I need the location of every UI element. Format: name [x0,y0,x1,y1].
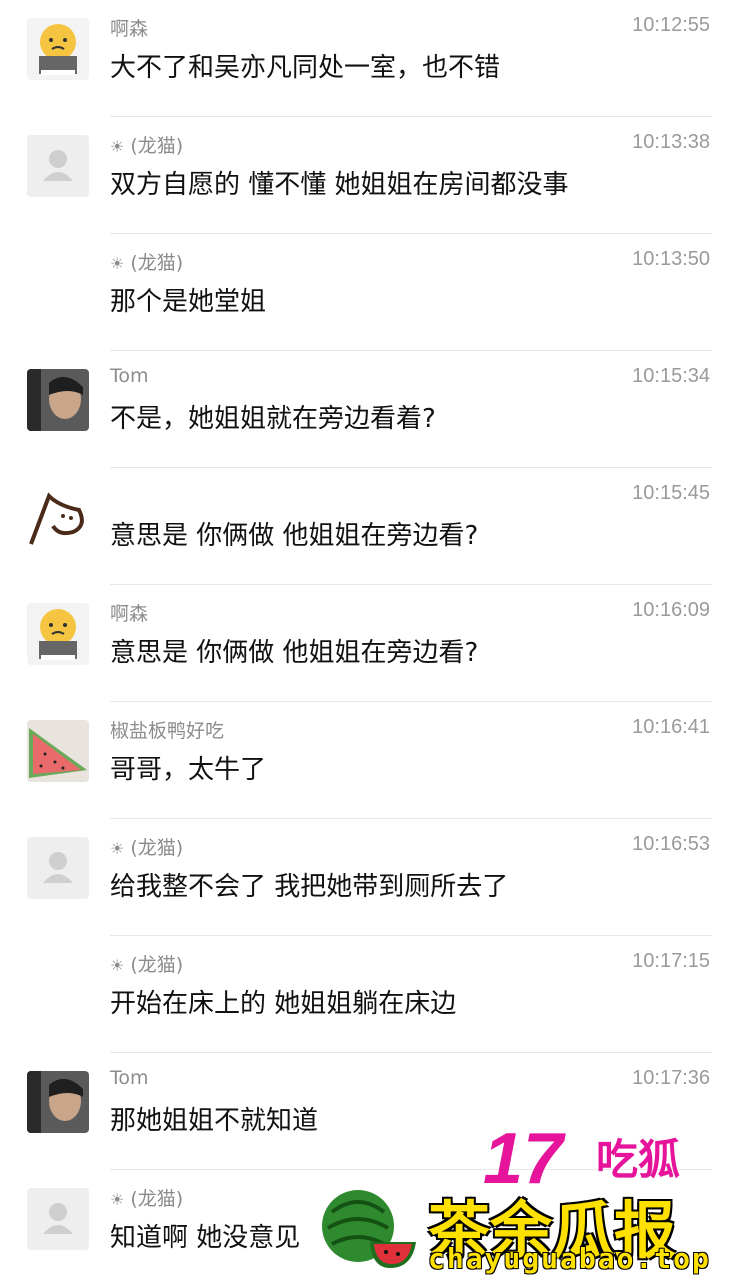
photo-avatar[interactable] [27,369,89,431]
sun-icon: ☀ [110,137,125,156]
message-text: 给我整不会了 我把她带到厕所去了 [110,872,509,902]
message-row[interactable]: ☀ (龙猫) 10:16:53 给我整不会了 我把她带到厕所去了 [0,819,739,936]
message-text: 开始在床上的 她姐姐躺在床边 [110,989,457,1019]
watermark-url: chayuguabao.top [428,1242,711,1275]
emoji-avatar[interactable] [27,603,89,665]
default-avatar[interactable] [27,135,89,197]
sender-name: ☀ (龙猫) [110,131,183,158]
message-text: 哥哥，太牛了 [110,755,267,785]
sender-label: (龙猫) [130,1188,184,1210]
sender-name: ☀ (龙猫) [110,950,183,977]
message-time: 10:12:55 [632,14,710,36]
message-text: 不是，她姐姐就在旁边看着? [110,404,436,434]
sender-label: (龙猫) [130,837,184,859]
message-time: 10:15:34 [632,365,710,387]
message-time: 10:13:50 [632,248,710,270]
sender-label: (龙猫) [130,135,184,157]
sender-name: ☀ (龙猫) [110,248,183,275]
message-row[interactable]: ☀ (龙猫) 10:13:50 那个是她堂姐 [0,234,739,351]
message-text: 双方自愿的 懂不懂 她姐姐在房间都没事 [110,170,569,200]
watermelon-avatar[interactable] [27,720,89,782]
message-row[interactable]: 椒盐板鸭好吃 10:16:41 哥哥，太牛了 [0,702,739,819]
sender-name: Tom [110,365,149,387]
message-row[interactable]: 10:15:45 意思是 你俩做 他姐姐在旁边看? [0,468,739,585]
sender-name: ☀ (龙猫) [110,833,183,860]
message-row[interactable]: ☀ (龙猫) 10:17:15 开始在床上的 她姐姐躺在床边 [0,936,739,1053]
message-text: 那个是她堂姐 [110,287,267,317]
message-row[interactable]: Tom 10:15:34 不是，她姐姐就在旁边看着? [0,351,739,468]
message-time: 10:16:09 [632,599,710,621]
message-text: 意思是 你俩做 他姐姐在旁边看? [110,638,479,668]
message-time: 10:15:45 [632,482,710,504]
message-time: 10:17:36 [632,1067,710,1089]
sender-name: Tom [110,1067,149,1089]
drawing-avatar[interactable] [27,486,89,548]
watermelon-icon [318,1182,418,1272]
message-row[interactable]: 啊森 10:16:09 意思是 你俩做 他姐姐在旁边看? [0,585,739,702]
sun-icon: ☀ [110,839,125,858]
default-avatar[interactable] [27,837,89,899]
sun-icon: ☀ [110,1190,125,1209]
message-row[interactable]: 啊森 10:12:55 大不了和吴亦凡同处一室，也不错 [0,0,739,117]
emoji-avatar[interactable] [27,18,89,80]
message-text: 意思是 你俩做 他姐姐在旁边看? [110,521,479,551]
sender-name: 啊森 [110,18,149,40]
watermark-chi: 吃狐 [596,1135,681,1184]
message-text: 那她姐姐不就知道 [110,1106,319,1136]
sender-label: (龙猫) [130,252,184,274]
message-text: 知道啊 她没意见 [110,1223,301,1253]
message-time: 10:13:38 [632,131,710,153]
sender-name: 啊森 [110,603,149,625]
watermark-logo: 17 吃狐 茶余瓜报 chayuguabao.top [318,1119,738,1280]
message-time: 10:16:53 [632,833,710,855]
sun-icon: ☀ [110,956,125,975]
sender-name: ☀ (龙猫) [110,1184,183,1211]
message-time: 10:16:41 [632,716,710,738]
message-row[interactable]: ☀ (龙猫) 10:13:38 双方自愿的 懂不懂 她姐姐在房间都没事 [0,117,739,234]
sender-name: 椒盐板鸭好吃 [110,720,225,742]
message-text: 大不了和吴亦凡同处一室，也不错 [110,53,501,83]
message-time: 10:17:15 [632,950,710,972]
sender-label: (龙猫) [130,954,184,976]
sun-icon: ☀ [110,254,125,273]
default-avatar[interactable] [27,1188,89,1250]
photo-avatar[interactable] [27,1071,89,1133]
